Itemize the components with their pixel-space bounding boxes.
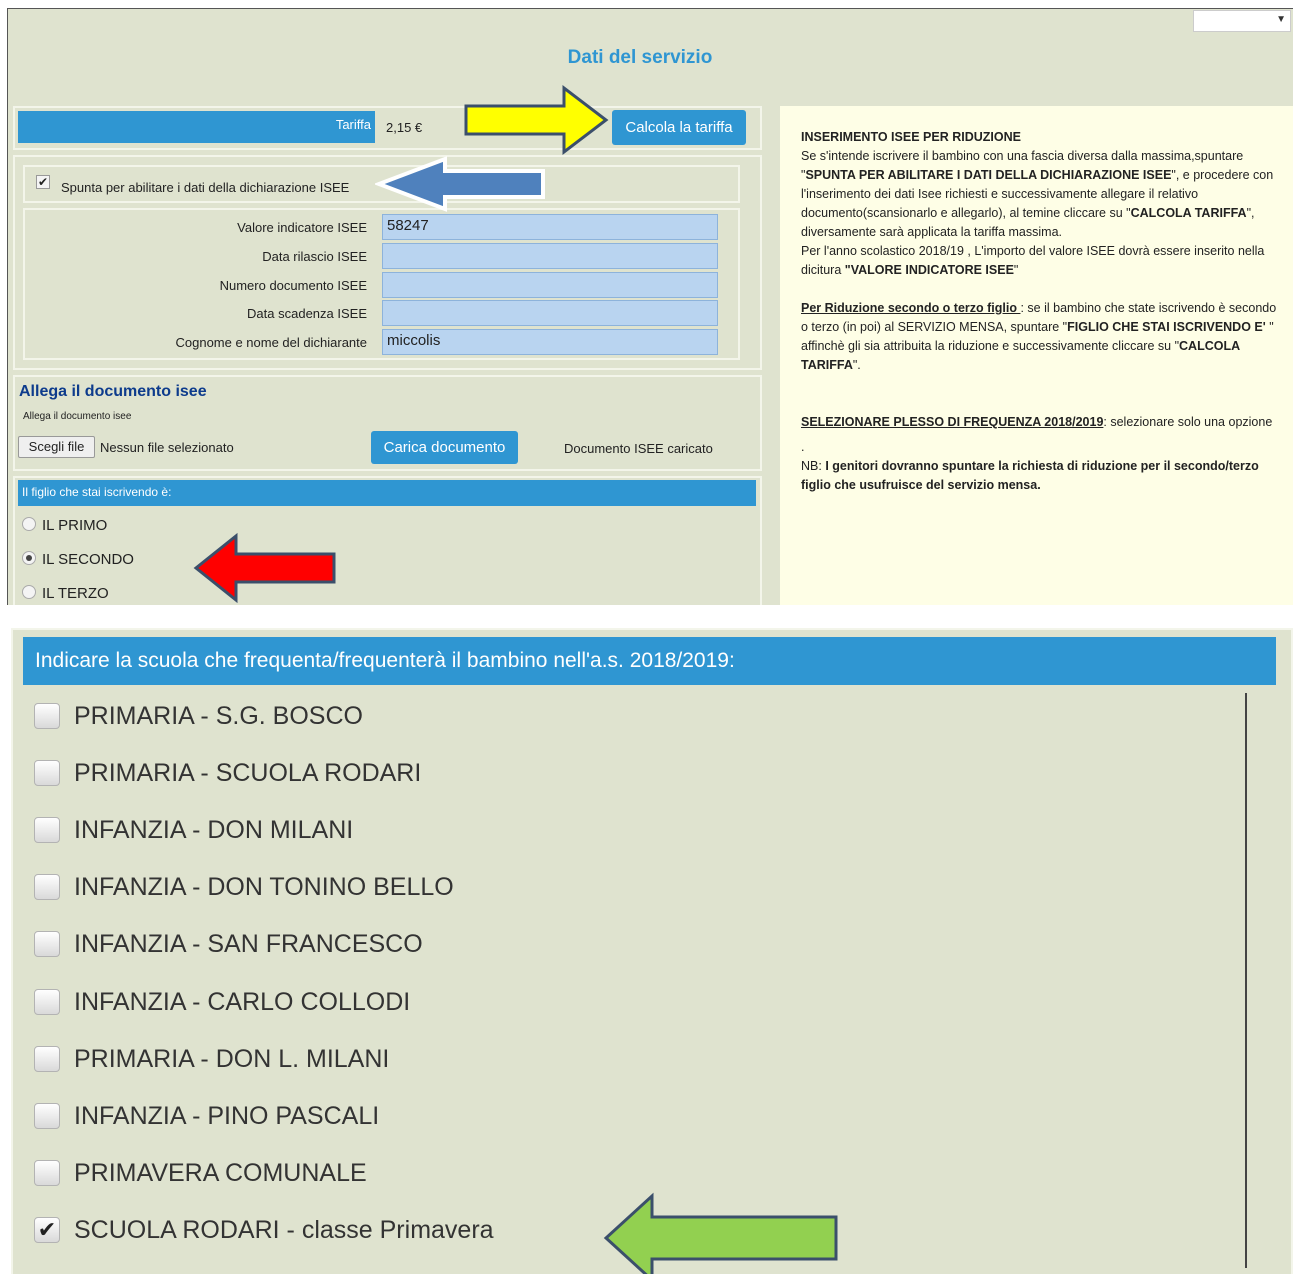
school-type: PRIMAVERA COMUNALE — [74, 1159, 367, 1187]
school-type: INFANZIA — [74, 1102, 186, 1130]
choose-file-button[interactable]: Scegli file — [18, 436, 95, 458]
school-name: SCUOLA RODARI — [215, 759, 422, 787]
declarant-name-input[interactable]: miccolis — [382, 329, 718, 355]
school-type: PRIMARIA — [74, 702, 194, 730]
school-separator: - — [185, 1102, 208, 1130]
info-heading: INSERIMENTO ISEE PER RIDUZIONE — [801, 130, 1021, 144]
radio-third-label: IL TERZO — [42, 585, 109, 602]
child-order-header: Il figlio che stai iscrivendo è: — [18, 480, 756, 506]
school-type: INFANZIA — [74, 873, 186, 901]
school-checkbox[interactable] — [34, 760, 60, 786]
school-type: INFANZIA — [74, 930, 186, 958]
school-separator: - — [193, 702, 216, 730]
school-separator: - — [185, 930, 208, 958]
blue-arrow-icon — [375, 156, 545, 212]
school-separator: - — [193, 1045, 216, 1073]
school-list-scroll-divider — [1245, 693, 1247, 1268]
school-option-label: INFANZIA - DON TONINO BELLO — [74, 873, 454, 902]
isee-date-label: Data rilascio ISEE — [262, 249, 367, 264]
school-option-label: INFANZIA - CARLO COLLODI — [74, 988, 410, 1017]
info-paragraph-plesso: SELEZIONARE PLESSO DI FREQUENZA 2018/201… — [801, 415, 1273, 429]
school-separator: - — [185, 988, 208, 1016]
checkmark-icon: ✔ — [37, 175, 49, 189]
isee-date-input[interactable] — [382, 243, 718, 269]
radio-second[interactable] — [22, 551, 36, 565]
school-name: DON TONINO BELLO — [207, 873, 454, 901]
school-type: SCUOLA RODARI — [74, 1216, 280, 1244]
school-checkbox[interactable] — [34, 1160, 60, 1186]
info-panel: INSERIMENTO ISEE PER RIDUZIONE Se s'inte… — [780, 106, 1293, 605]
school-separator: - — [185, 816, 208, 844]
radio-first-label: IL PRIMO — [42, 517, 108, 534]
school-option-label: PRIMAVERA COMUNALE — [74, 1159, 367, 1188]
school-option-label: PRIMARIA - S.G. BOSCO — [74, 702, 363, 731]
info-paragraph-siblings: Per Riduzione secondo o terzo figlio : s… — [801, 301, 1277, 372]
school-type: PRIMARIA — [74, 759, 194, 787]
school-type: PRIMARIA — [74, 1045, 194, 1073]
calculate-tariff-button[interactable]: Calcola la tariffa — [612, 110, 746, 145]
info-paragraph-nb: NB: I genitori dovranno spuntare la rich… — [801, 459, 1259, 492]
school-checkbox[interactable] — [34, 703, 60, 729]
school-option-label: PRIMARIA - DON L. MILANI — [74, 1045, 389, 1074]
declarant-name-label: Cognome e nome del dichiarante — [175, 335, 367, 350]
red-arrow-icon — [193, 532, 336, 604]
school-checkbox[interactable] — [34, 989, 60, 1015]
school-header: Indicare la scuola che frequenta/frequen… — [23, 637, 1276, 685]
chevron-down-icon: ▼ — [1276, 14, 1286, 25]
tariff-label: Tariffa — [18, 111, 375, 143]
green-arrow-icon — [603, 1192, 838, 1274]
school-name: classe Primavera — [301, 1216, 494, 1244]
isee-value-label: Valore indicatore ISEE — [237, 220, 367, 235]
attach-subtitle: Allega il documento isee — [23, 411, 132, 422]
page-title: Dati del servizio — [567, 47, 713, 68]
no-file-text: Nessun file selezionato — [100, 440, 234, 455]
checkmark-icon: ✔ — [37, 1217, 57, 1242]
isee-expiry-label: Data scadenza ISEE — [247, 306, 367, 321]
school-name: DON MILANI — [207, 816, 354, 844]
radio-first[interactable] — [22, 517, 36, 531]
school-checkbox[interactable] — [34, 1103, 60, 1129]
school-name: PINO PASCALI — [207, 1102, 380, 1130]
school-separator: - — [185, 873, 208, 901]
school-name: S.G. BOSCO — [215, 702, 363, 730]
school-name: DON L. MILANI — [215, 1045, 390, 1073]
school-checkbox[interactable] — [34, 874, 60, 900]
isee-enable-checkbox[interactable]: ✔ — [36, 175, 50, 189]
info-paragraph-year: Per l'anno scolastico 2018/19 , L'import… — [801, 244, 1265, 277]
corner-select[interactable]: ▼ — [1193, 10, 1291, 32]
upload-document-button[interactable]: Carica documento — [371, 431, 518, 464]
radio-third[interactable] — [22, 585, 36, 599]
school-separator: - — [193, 759, 216, 787]
info-paragraph-isee: Se s'intende iscrivere il bambino con un… — [801, 149, 1274, 239]
school-name: SAN FRANCESCO — [207, 930, 423, 958]
school-checkbox[interactable] — [34, 1046, 60, 1072]
school-name: CARLO COLLODI — [207, 988, 411, 1016]
school-separator: - — [279, 1216, 302, 1244]
tariff-value: 2,15 € — [386, 120, 423, 135]
school-option-label: INFANZIA - DON MILANI — [74, 816, 353, 845]
school-checkbox[interactable] — [34, 931, 60, 957]
isee-docnum-label: Numero documento ISEE — [219, 278, 367, 293]
school-checkbox[interactable] — [34, 817, 60, 843]
school-option-label: PRIMARIA - SCUOLA RODARI — [74, 759, 421, 788]
school-option-label: SCUOLA RODARI - classe Primavera — [74, 1216, 494, 1245]
school-checkbox[interactable]: ✔ — [34, 1217, 60, 1243]
school-type: INFANZIA — [74, 816, 186, 844]
school-type: INFANZIA — [74, 988, 186, 1016]
school-option-label: INFANZIA - PINO PASCALI — [74, 1102, 379, 1131]
isee-docnum-input[interactable] — [382, 272, 718, 298]
isee-value-input[interactable]: 58247 — [382, 214, 718, 240]
yellow-arrow-icon — [464, 84, 609, 156]
isee-enable-label: Spunta per abilitare i dati della dichia… — [61, 180, 350, 195]
isee-expiry-input[interactable] — [382, 300, 718, 326]
info-dot: . — [801, 440, 805, 454]
upload-status: Documento ISEE caricato — [564, 441, 713, 456]
attach-title: Allega il documento isee — [19, 383, 207, 400]
school-option-label: INFANZIA - SAN FRANCESCO — [74, 930, 423, 959]
radio-second-label: IL SECONDO — [42, 551, 134, 568]
